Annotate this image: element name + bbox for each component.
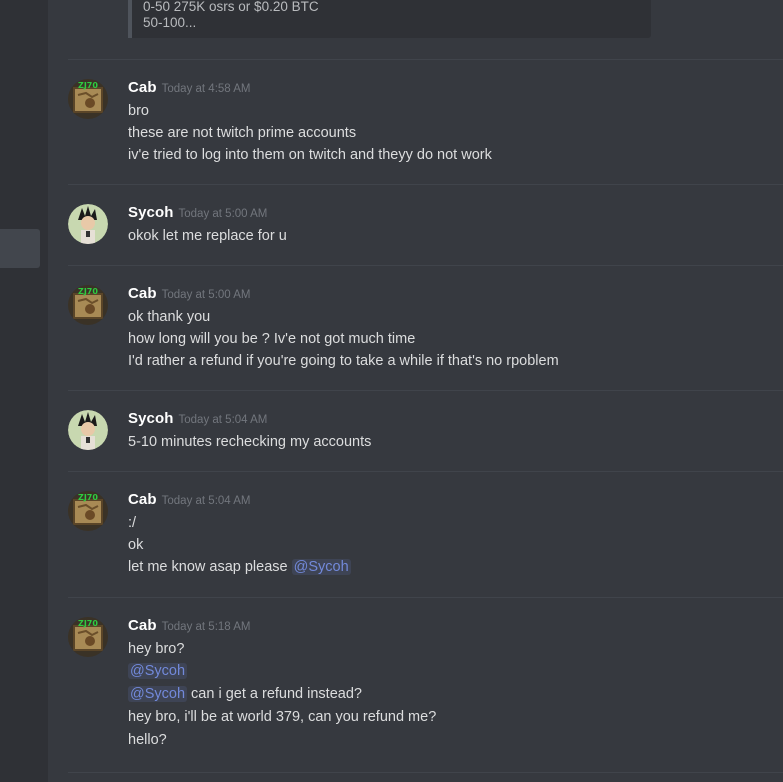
- message-divider: [68, 471, 783, 472]
- message-header: Cab Today at 5:00 AM: [128, 285, 251, 303]
- message-header: Sycoh Today at 5:00 AM: [128, 204, 267, 222]
- timestamp: Today at 5:18 AM: [161, 621, 251, 633]
- message-header: Cab Today at 5:18 AM: [128, 617, 251, 635]
- anime-character-avatar-icon[interactable]: [68, 410, 108, 450]
- username[interactable]: Sycoh: [128, 204, 174, 221]
- message-line: @Sycoh: [128, 661, 188, 681]
- user-mention[interactable]: @Sycoh: [128, 686, 188, 702]
- message-text: bro: [128, 103, 149, 119]
- treasure-map-avatar-icon[interactable]: ZJ70: [68, 491, 108, 531]
- message-text: hello?: [128, 732, 167, 748]
- message-text: iv'e tried to log into them on twitch an…: [128, 147, 492, 163]
- message-text: :/: [128, 515, 137, 531]
- message-text: ok: [128, 537, 144, 553]
- message-text: okok let me replace for u: [128, 228, 287, 244]
- username[interactable]: Cab: [128, 491, 157, 508]
- message-divider: [68, 772, 783, 773]
- message-embed: 0-50 275K osrs or $0.20 BTC 50-100...: [128, 0, 651, 38]
- svg-text:ZJ70: ZJ70: [78, 619, 98, 628]
- message-divider: [68, 265, 783, 266]
- timestamp: Today at 5:04 AM: [161, 495, 251, 507]
- timestamp: Today at 5:00 AM: [178, 208, 268, 220]
- message-header: Sycoh Today at 5:04 AM: [128, 410, 267, 428]
- embed-line: 50-100...: [143, 15, 197, 30]
- user-mention[interactable]: @Sycoh: [128, 663, 188, 679]
- message-text: these are not twitch prime accounts: [128, 125, 357, 141]
- anime-character-avatar-icon[interactable]: [68, 204, 108, 244]
- server-rail: [0, 0, 48, 782]
- timestamp: Today at 5:04 AM: [178, 414, 268, 426]
- timestamp: Today at 4:58 AM: [161, 83, 251, 95]
- username[interactable]: Cab: [128, 617, 157, 634]
- username[interactable]: Cab: [128, 79, 157, 96]
- timestamp: Today at 5:00 AM: [161, 289, 251, 301]
- username[interactable]: Sycoh: [128, 410, 174, 427]
- message-text: let me know asap please: [128, 559, 292, 575]
- username[interactable]: Cab: [128, 285, 157, 302]
- svg-text:ZJ70: ZJ70: [78, 81, 98, 90]
- svg-text:ZJ70: ZJ70: [78, 287, 98, 296]
- embed-line: 0-50 275K osrs or $0.20 BTC: [143, 0, 319, 14]
- message-divider: [68, 184, 783, 185]
- treasure-map-avatar-icon[interactable]: ZJ70: [68, 79, 108, 119]
- message-text: I'd rather a refund if you're going to t…: [128, 353, 559, 369]
- message-divider: [68, 597, 783, 598]
- message-text: how long will you be ? Iv'e not got much…: [128, 331, 416, 347]
- message-line: @Sycoh can i get a refund instead?: [128, 684, 362, 704]
- message-divider: [68, 390, 783, 391]
- selected-channel-indicator[interactable]: [0, 229, 40, 268]
- message-text: 5-10 minutes rechecking my accounts: [128, 434, 372, 450]
- message-text: ok thank you: [128, 309, 211, 325]
- svg-text:ZJ70: ZJ70: [78, 493, 98, 502]
- user-mention[interactable]: @Sycoh: [291, 559, 351, 575]
- message-text: can i get a refund instead?: [187, 686, 362, 702]
- message-divider: [68, 59, 783, 60]
- treasure-map-avatar-icon[interactable]: ZJ70: [68, 617, 108, 657]
- message-list: 0-50 275K osrs or $0.20 BTC 50-100... ZJ…: [48, 0, 783, 782]
- message-text: hey bro?: [128, 641, 185, 657]
- message-header: Cab Today at 5:04 AM: [128, 491, 251, 509]
- message-line: let me know asap please @Sycoh: [128, 557, 351, 577]
- message-header: Cab Today at 4:58 AM: [128, 79, 251, 97]
- treasure-map-avatar-icon[interactable]: ZJ70: [68, 285, 108, 325]
- message-text: hey bro, i'll be at world 379, can you r…: [128, 709, 437, 725]
